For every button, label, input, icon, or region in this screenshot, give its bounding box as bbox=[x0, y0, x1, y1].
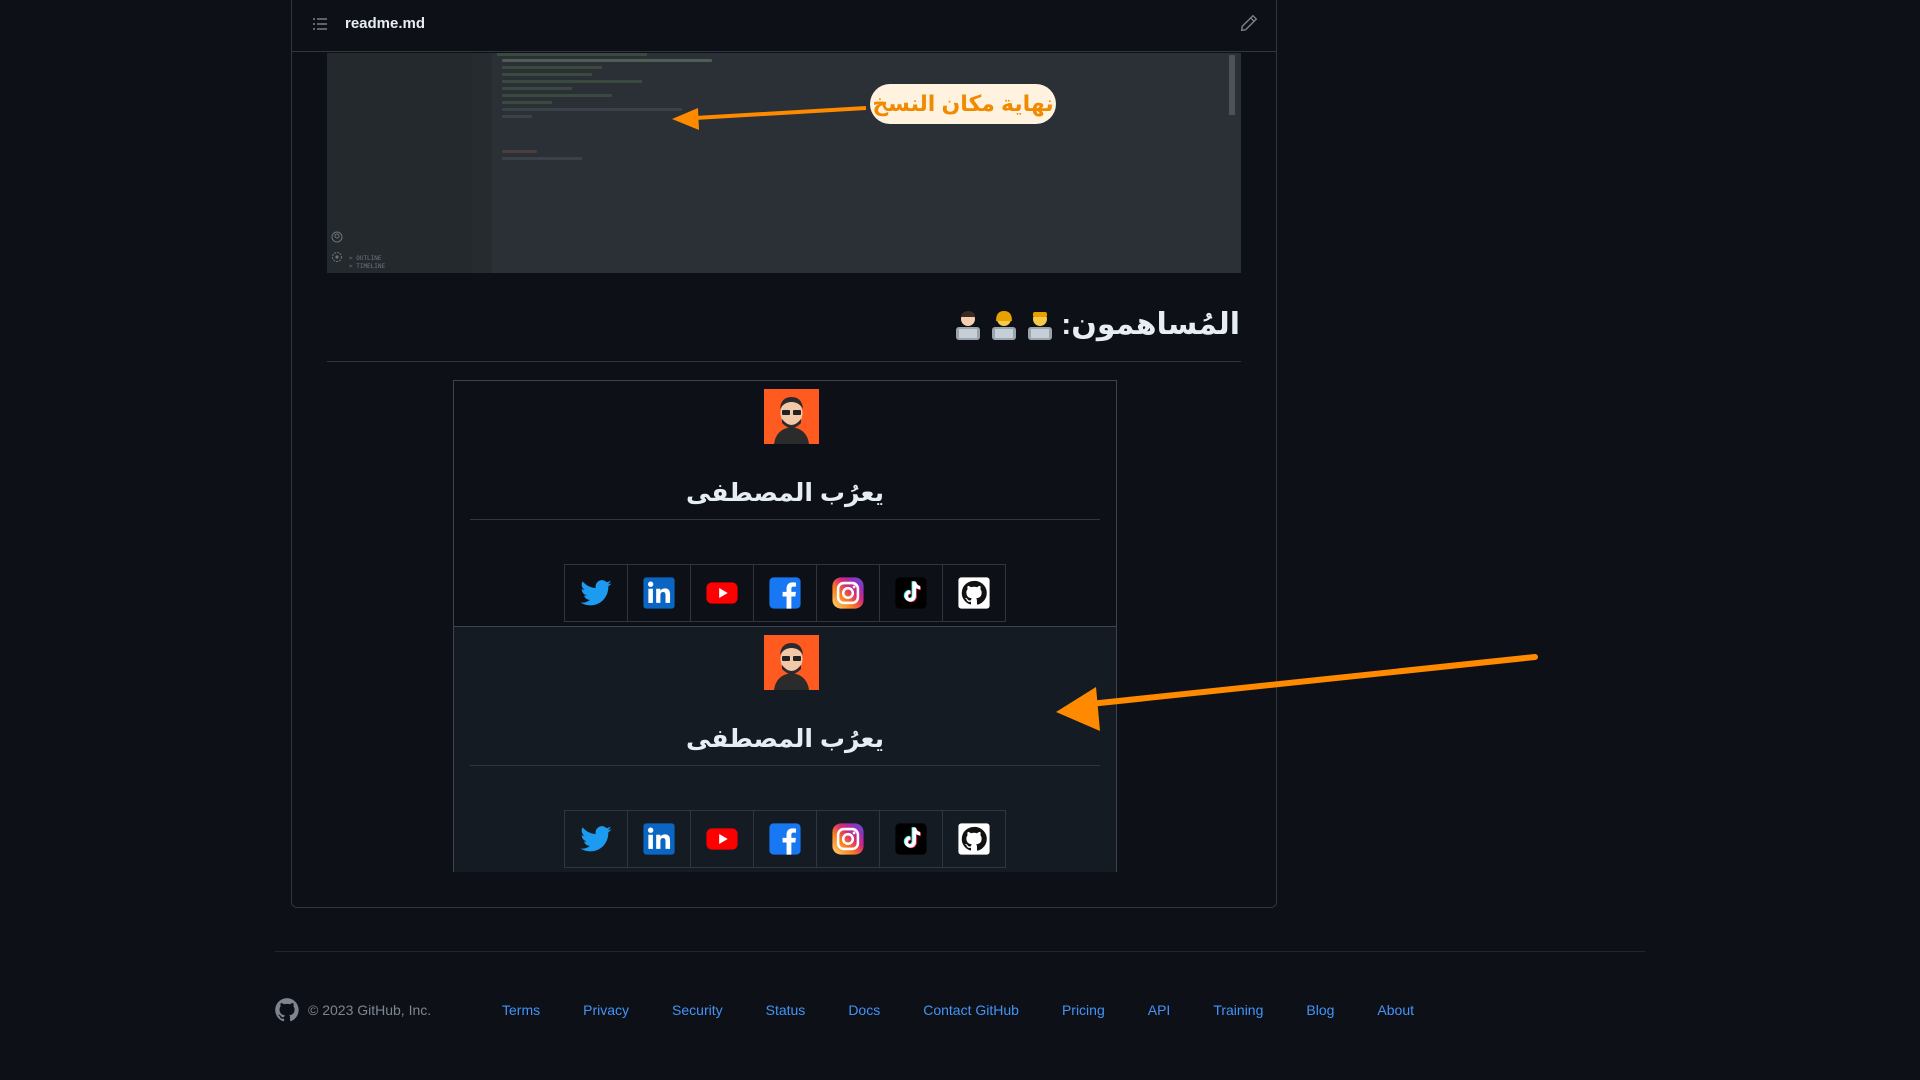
twitter-link[interactable] bbox=[565, 811, 628, 867]
instagram-icon bbox=[832, 577, 864, 609]
callout-end-of-copy: نهاية مكان النسخ bbox=[870, 84, 1056, 124]
technologist-emoji-icon bbox=[1028, 311, 1053, 340]
avatar[interactable] bbox=[764, 389, 819, 444]
editor-sidebar: > OUTLINE > TIMELINE bbox=[327, 53, 472, 273]
facebook-link[interactable] bbox=[754, 565, 817, 621]
github-logo-icon[interactable] bbox=[274, 997, 300, 1023]
instagram-link[interactable] bbox=[817, 565, 880, 621]
linkedin-icon bbox=[643, 823, 675, 855]
tiktok-icon bbox=[895, 577, 927, 609]
twitter-link[interactable] bbox=[565, 565, 628, 621]
footer-divider bbox=[275, 951, 1645, 952]
footer-link-training[interactable]: Training bbox=[1213, 1002, 1263, 1018]
tiktok-link[interactable] bbox=[880, 565, 943, 621]
settings-gear-icon bbox=[332, 252, 342, 262]
footer-link-terms[interactable]: Terms bbox=[502, 1002, 540, 1018]
readme-header: readme.md bbox=[292, 0, 1276, 52]
facebook-link[interactable] bbox=[754, 811, 817, 867]
editor-screenshot: > OUTLINE > TIMELINE bbox=[327, 53, 1241, 273]
table-of-contents-icon[interactable] bbox=[312, 16, 328, 32]
social-links-row bbox=[564, 564, 1006, 622]
name-divider bbox=[470, 519, 1100, 520]
contributor-name[interactable]: يعرُب المصطفى bbox=[454, 478, 1116, 508]
youtube-icon bbox=[706, 582, 738, 604]
heading-divider bbox=[327, 361, 1241, 362]
account-icon bbox=[331, 231, 343, 243]
footer-links: Terms Privacy Security Status Docs Conta… bbox=[502, 1002, 1414, 1018]
facebook-icon bbox=[769, 823, 801, 855]
editor-code-area bbox=[472, 53, 1241, 273]
footer-link-pricing[interactable]: Pricing bbox=[1062, 1002, 1105, 1018]
editor-gutter bbox=[472, 53, 492, 273]
editor-scrollbar bbox=[1229, 55, 1235, 115]
pencil-icon[interactable] bbox=[1240, 14, 1258, 32]
twitter-icon bbox=[580, 826, 612, 852]
contributors-heading: المُساهمون: bbox=[953, 307, 1240, 342]
tiktok-icon bbox=[895, 823, 927, 855]
youtube-link[interactable] bbox=[691, 811, 754, 867]
footer-link-docs[interactable]: Docs bbox=[848, 1002, 880, 1018]
footer-link-security[interactable]: Security bbox=[672, 1002, 723, 1018]
github-link[interactable] bbox=[943, 811, 1005, 867]
readme-filename[interactable]: readme.md bbox=[345, 15, 425, 32]
linkedin-icon bbox=[643, 577, 675, 609]
footer-link-privacy[interactable]: Privacy bbox=[583, 1002, 629, 1018]
linkedin-link[interactable] bbox=[628, 565, 691, 621]
github-link[interactable] bbox=[943, 565, 1005, 621]
avatar[interactable] bbox=[764, 635, 819, 690]
instagram-link[interactable] bbox=[817, 811, 880, 867]
copyright-text: © 2023 GitHub, Inc. bbox=[308, 1002, 432, 1018]
contributors-heading-text: المُساهمون: bbox=[1061, 308, 1240, 341]
man-technologist-emoji-icon bbox=[956, 310, 981, 340]
outline-label: > OUTLINE bbox=[349, 255, 382, 262]
footer-link-about[interactable]: About bbox=[1377, 1002, 1414, 1018]
contributor-card: يعرُب المصطفى bbox=[454, 381, 1116, 626]
footer-link-contact[interactable]: Contact GitHub bbox=[923, 1002, 1019, 1018]
youtube-icon bbox=[706, 828, 738, 850]
contributor-name[interactable]: يعرُب المصطفى bbox=[454, 724, 1116, 754]
facebook-icon bbox=[769, 577, 801, 609]
twitter-icon bbox=[580, 580, 612, 606]
footer-link-api[interactable]: API bbox=[1148, 1002, 1171, 1018]
timeline-label: > TIMELINE bbox=[349, 263, 386, 270]
footer-link-blog[interactable]: Blog bbox=[1306, 1002, 1334, 1018]
woman-technologist-emoji-icon bbox=[992, 310, 1017, 340]
name-divider bbox=[470, 765, 1100, 766]
github-icon bbox=[958, 823, 990, 855]
social-links-row bbox=[564, 810, 1006, 868]
tiktok-link[interactable] bbox=[880, 811, 943, 867]
linkedin-link[interactable] bbox=[628, 811, 691, 867]
contributor-card: يعرُب المصطفى bbox=[454, 626, 1116, 872]
contributors-table: يعرُب المصطفى يعرُب المصطفى bbox=[453, 380, 1117, 872]
footer-link-status[interactable]: Status bbox=[766, 1002, 806, 1018]
github-icon bbox=[958, 577, 990, 609]
youtube-link[interactable] bbox=[691, 565, 754, 621]
instagram-icon bbox=[832, 823, 864, 855]
